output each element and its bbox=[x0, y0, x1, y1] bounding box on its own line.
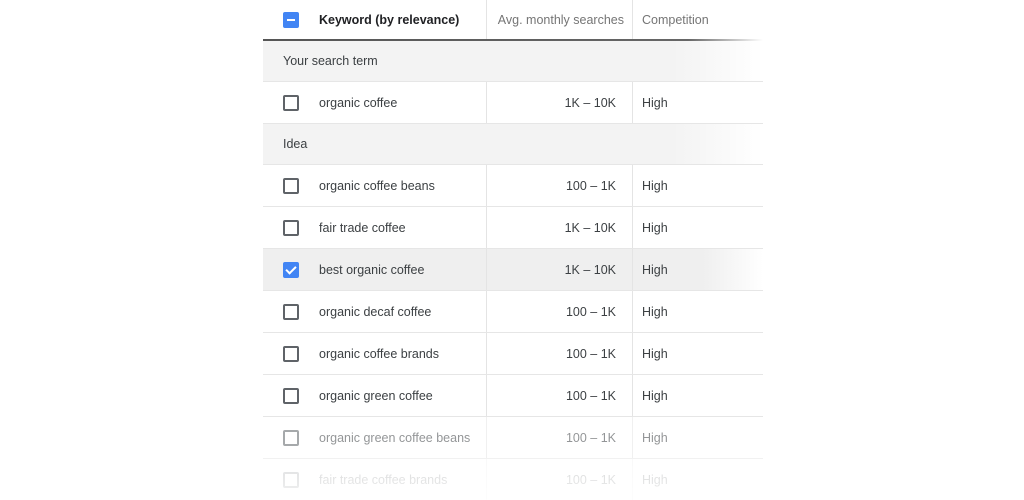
table-row[interactable]: fair trade coffee 1K – 10K High bbox=[263, 207, 763, 249]
keyword-cell: fair trade coffee brands bbox=[319, 459, 487, 500]
table-header: Keyword (by relevance) Avg. monthly sear… bbox=[263, 0, 763, 39]
table-row-selected[interactable]: best organic coffee 1K – 10K High bbox=[263, 249, 763, 291]
table-row[interactable]: fair trade coffee brands 100 – 1K High bbox=[263, 459, 763, 500]
competition-cell: High bbox=[642, 430, 668, 445]
searches-cell: 100 – 1K bbox=[487, 459, 633, 500]
competition-cell: High bbox=[642, 262, 668, 277]
column-header-searches[interactable]: Avg. monthly searches bbox=[487, 0, 633, 39]
keyword-cell: organic green coffee beans bbox=[319, 417, 487, 458]
searches-cell: 100 – 1K bbox=[487, 417, 633, 458]
column-header-competition[interactable]: Competition bbox=[633, 0, 743, 39]
keyword-cell: organic coffee brands bbox=[319, 333, 487, 374]
column-header-keyword[interactable]: Keyword (by relevance) bbox=[319, 0, 487, 39]
competition-cell: High bbox=[642, 346, 668, 361]
row-checkbox[interactable] bbox=[283, 177, 299, 194]
keyword-cell: organic coffee bbox=[319, 82, 487, 123]
row-checkbox-checked[interactable] bbox=[283, 261, 299, 278]
keyword-cell: organic coffee beans bbox=[319, 165, 487, 206]
competition-cell: High bbox=[642, 472, 668, 487]
keyword-ideas-table: Keyword (by relevance) Avg. monthly sear… bbox=[263, 0, 763, 500]
table-row[interactable]: organic green coffee 100 – 1K High bbox=[263, 375, 763, 417]
keyword-cell: fair trade coffee bbox=[319, 207, 487, 248]
row-checkbox[interactable] bbox=[283, 94, 299, 111]
table-row[interactable]: organic green coffee beans 100 – 1K High bbox=[263, 417, 763, 459]
competition-cell: High bbox=[642, 304, 668, 319]
searches-cell: 100 – 1K bbox=[487, 291, 633, 332]
keyword-cell: organic decaf coffee bbox=[319, 291, 487, 332]
row-checkbox[interactable] bbox=[283, 219, 299, 236]
keyword-cell: best organic coffee bbox=[319, 249, 487, 290]
searches-cell: 100 – 1K bbox=[487, 375, 633, 416]
row-checkbox[interactable] bbox=[283, 387, 299, 404]
group-header-search-term: Your search term bbox=[263, 41, 763, 82]
row-checkbox[interactable] bbox=[283, 303, 299, 320]
row-checkbox[interactable] bbox=[283, 345, 299, 362]
row-checkbox[interactable] bbox=[283, 429, 299, 446]
searches-cell: 1K – 10K bbox=[487, 82, 633, 123]
searches-cell: 1K – 10K bbox=[487, 249, 633, 290]
table-row[interactable]: organic coffee beans 100 – 1K High bbox=[263, 165, 763, 207]
group-header-idea: Idea bbox=[263, 124, 763, 165]
searches-cell: 100 – 1K bbox=[487, 333, 633, 374]
competition-cell: High bbox=[642, 388, 668, 403]
row-checkbox[interactable] bbox=[283, 471, 299, 488]
searches-cell: 100 – 1K bbox=[487, 165, 633, 206]
competition-cell: High bbox=[642, 95, 668, 110]
table-row[interactable]: organic decaf coffee 100 – 1K High bbox=[263, 291, 763, 333]
competition-cell: High bbox=[642, 178, 668, 193]
searches-cell: 1K – 10K bbox=[487, 207, 633, 248]
keyword-cell: organic green coffee bbox=[319, 375, 487, 416]
competition-cell: High bbox=[642, 220, 668, 235]
table-row[interactable]: organic coffee 1K – 10K High bbox=[263, 82, 763, 124]
table-row[interactable]: organic coffee brands 100 – 1K High bbox=[263, 333, 763, 375]
select-all-checkbox[interactable] bbox=[283, 11, 299, 28]
